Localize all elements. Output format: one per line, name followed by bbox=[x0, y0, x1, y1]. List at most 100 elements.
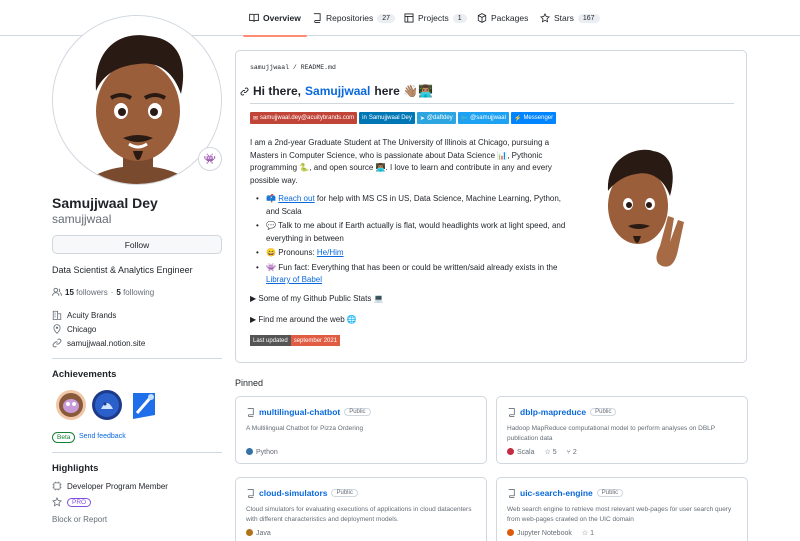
highlight-pro: PRO bbox=[52, 497, 92, 507]
book-icon bbox=[249, 13, 259, 22]
package-icon bbox=[477, 13, 487, 23]
linkedin-shield[interactable]: in Samujjwaal Dey bbox=[359, 112, 415, 124]
star-icon: ☆ bbox=[544, 449, 551, 456]
pinned-repo-card: multilingual-chatbot Public A Multilingu… bbox=[235, 396, 487, 464]
gmail-shield[interactable]: ✉ samujjwaal.dey@acuitybrands.com bbox=[250, 112, 358, 124]
heading-rule bbox=[250, 103, 734, 104]
link-icon bbox=[52, 338, 62, 348]
language-name: Python bbox=[256, 449, 278, 456]
repo-icon bbox=[508, 488, 515, 498]
pro-badge: PRO bbox=[67, 497, 92, 507]
repo-name-link[interactable]: dblp-mapreduce bbox=[520, 407, 586, 417]
last-updated-badge: Last updated september 2021 bbox=[250, 335, 341, 346]
followers-link[interactable]: 15 followers bbox=[65, 288, 108, 297]
language-color-dot bbox=[507, 529, 514, 536]
repo-language: Jupyter Notebook bbox=[507, 529, 572, 537]
repo-description: Cloud simulators for evaluating executio… bbox=[246, 506, 472, 523]
language-name: Scala bbox=[517, 449, 535, 456]
following-link[interactable]: 5 following bbox=[116, 288, 154, 297]
repo-name-link[interactable]: multilingual-chatbot bbox=[259, 407, 340, 417]
messenger-shield[interactable]: ⚡ Messenger bbox=[510, 112, 557, 124]
visibility-badge: Public bbox=[596, 489, 624, 497]
pronouns-link[interactable]: He/Him bbox=[317, 248, 344, 257]
block-or-report-link[interactable]: Block or Report bbox=[52, 515, 107, 524]
library-of-babel-link[interactable]: Library of Babel bbox=[266, 275, 322, 284]
avatar[interactable] bbox=[52, 15, 222, 185]
greeting-name-link[interactable]: Samujjwaal bbox=[305, 84, 370, 98]
shield-label: @daftdey bbox=[426, 115, 453, 121]
repo-language: Java bbox=[246, 529, 271, 537]
tab-label: Projects bbox=[418, 13, 449, 23]
pinned-repo-card: uic-search-engine Public Web search engi… bbox=[496, 477, 748, 541]
breadcrumb-user[interactable]: samujjwaal bbox=[250, 64, 289, 71]
followers-count: 15 bbox=[65, 287, 74, 297]
sidebar-divider bbox=[52, 358, 222, 359]
speech-icon: 💬 bbox=[266, 221, 276, 230]
star-count: 1 bbox=[590, 530, 595, 537]
pinned-repo-card: cloud-simulators Public Cloud simulators… bbox=[235, 477, 487, 541]
language-color-dot bbox=[246, 529, 253, 536]
profile-website[interactable]: samujjwaal.notion.site bbox=[52, 338, 145, 348]
find-me-details[interactable]: ▶ Find me around the web 🌐 bbox=[250, 315, 357, 324]
achievement-badge-pull-shark[interactable] bbox=[91, 389, 123, 421]
bullet-fun-fact: 👾 Fun fact: Everything that has been or … bbox=[250, 262, 568, 287]
company-name: Acuity Brands bbox=[67, 310, 117, 320]
language-name: Java bbox=[256, 530, 271, 537]
achievement-badge-quickdraw[interactable] bbox=[55, 389, 87, 421]
github-stats-details[interactable]: ▶ Some of my Github Public Stats 💻 bbox=[250, 294, 384, 303]
tab-packages[interactable]: Packages bbox=[477, 0, 528, 36]
repo-description: Hadoop MapReduce computational model to … bbox=[507, 425, 715, 442]
tab-stars[interactable]: Stars 167 bbox=[540, 0, 600, 36]
shield-label: @samujjwaal bbox=[470, 115, 506, 121]
readme-breadcrumb: samujjwaal / README.md bbox=[250, 64, 336, 71]
cpu-icon bbox=[52, 481, 62, 491]
repo-name-link[interactable]: uic-search-engine bbox=[520, 488, 593, 498]
fork-count: 2 bbox=[572, 448, 577, 456]
tab-projects[interactable]: Projects 1 bbox=[404, 0, 467, 36]
repo-forks-link[interactable]: ⑂ 2 bbox=[567, 449, 577, 456]
repo-icon bbox=[247, 488, 254, 498]
repo-title: multilingual-chatbot Public bbox=[246, 407, 371, 417]
repo-stars-link[interactable]: ☆ 5 bbox=[545, 448, 557, 456]
star-icon bbox=[52, 497, 62, 507]
bullet-talk: 💬 Talk to me about if Earth actually is … bbox=[250, 220, 568, 245]
follow-button[interactable]: Follow bbox=[52, 235, 222, 254]
achievement-badge-starstruck[interactable] bbox=[127, 389, 159, 421]
telegram-shield[interactable]: ➤ @daftdey bbox=[416, 112, 456, 124]
repo-stars-link[interactable]: ☆ 1 bbox=[582, 529, 594, 537]
twitter-shield[interactable]: 🐦 @samujjwaal bbox=[457, 112, 509, 124]
shield-label: samujjwaal.dey@acuitybrands.com bbox=[260, 115, 355, 121]
highlight-developer-program[interactable]: Developer Program Member bbox=[52, 481, 168, 491]
breadcrumb-file[interactable]: README.md bbox=[301, 64, 336, 71]
tab-count: 27 bbox=[377, 13, 396, 23]
pinned-repo-card: dblp-mapreduce Public Hadoop MapReduce c… bbox=[496, 396, 748, 464]
send-feedback-link[interactable]: Send feedback bbox=[79, 433, 126, 440]
following-count: 5 bbox=[116, 287, 121, 297]
website-link[interactable]: samujjwaal.notion.site bbox=[67, 339, 145, 348]
followers-label: followers bbox=[76, 287, 108, 297]
anchor-link-icon[interactable] bbox=[240, 87, 249, 96]
shield-label: Samujjwaal Dey bbox=[368, 115, 412, 121]
messenger-icon: ⚡ bbox=[513, 115, 522, 122]
profile-location: Chicago bbox=[52, 324, 96, 334]
visibility-badge: Public bbox=[331, 489, 358, 497]
star-icon bbox=[540, 13, 550, 23]
bullet-text: Fun fact: Everything that has been or co… bbox=[275, 262, 558, 272]
reach-out-link[interactable]: Reach out bbox=[278, 194, 314, 203]
repo-name-link[interactable]: cloud-simulators bbox=[259, 488, 327, 498]
tab-count: 167 bbox=[577, 13, 600, 23]
tab-overview[interactable]: Overview bbox=[243, 0, 307, 37]
sidebar-divider bbox=[52, 452, 222, 453]
visibility-badge: Public bbox=[344, 408, 371, 416]
status-emoji-button[interactable]: 👾 bbox=[198, 147, 222, 171]
tab-repositories[interactable]: Repositories 27 bbox=[312, 0, 396, 36]
language-color-dot bbox=[507, 448, 514, 455]
location-icon bbox=[53, 324, 61, 334]
readme-intro: I am a 2nd-year Graduate Student at The … bbox=[250, 138, 552, 185]
profile-fullname: Samujjwaal Dey bbox=[52, 195, 158, 211]
repo-language: Scala bbox=[507, 448, 535, 456]
highlight-label: Developer Program Member bbox=[67, 481, 168, 491]
people-icon bbox=[52, 287, 62, 296]
following-label: following bbox=[123, 287, 155, 297]
mail-icon: ✉ bbox=[253, 115, 259, 122]
